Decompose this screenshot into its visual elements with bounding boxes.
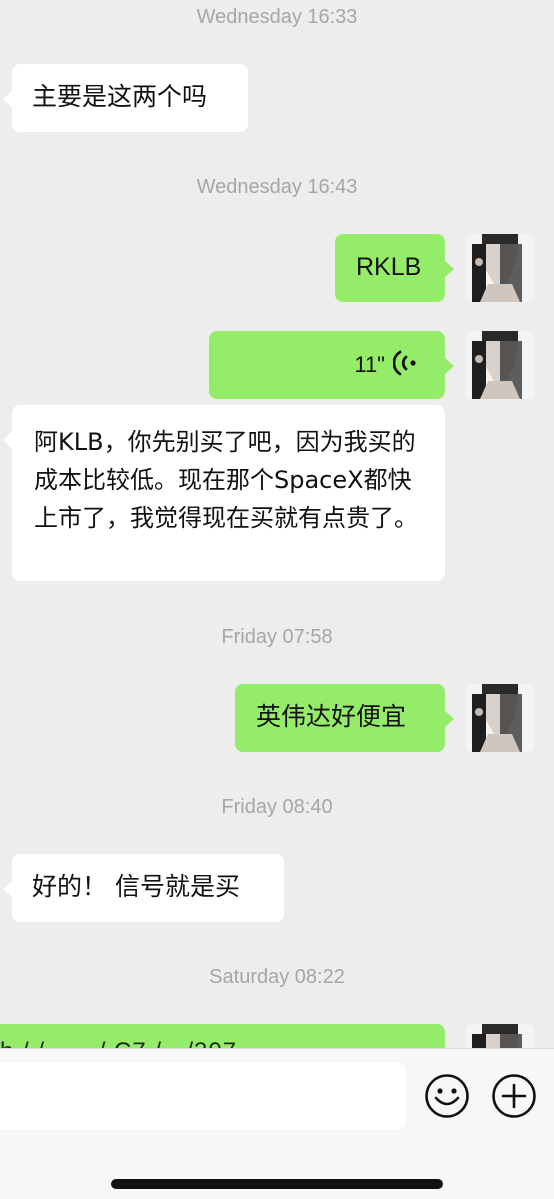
avatar[interactable] [466,234,534,302]
voice-duration: 11" [354,352,385,377]
message-text: 英伟达好便宜 [256,702,407,731]
incoming-message[interactable]: 主要是这两个吗 [3,64,248,132]
avatar[interactable] [466,684,534,752]
outgoing-message[interactable]: h / / . ... / C7 / · /307 [0,1024,445,1048]
message-input[interactable] [0,1063,406,1129]
message-text: 主要是这两个吗 [32,82,208,111]
timestamp: Wednesday 16:33 [196,6,358,28]
incoming-message[interactable]: 阿KLB，你先别买了吧，因为我买的成本比较低。现在那个SpaceX都快上市了，我… [3,405,445,581]
outgoing-message[interactable]: RKLB [335,234,454,302]
outgoing-message[interactable]: 英伟达好便宜 [235,684,454,752]
avatar[interactable] [466,1024,534,1048]
chat-area[interactable]: Wednesday 16:33 主要是这两个吗 Wednesday 16:43 … [0,0,554,1048]
message-text: RKLB [356,253,422,281]
plus-icon[interactable] [491,1073,537,1119]
voice-message[interactable]: 11" [209,331,454,399]
timestamp: Wednesday 16:43 [196,176,358,198]
incoming-message[interactable]: 好的！ 信号就是买 [3,854,284,922]
message-text: 阿KLB，你先别买了吧，因为我买的成本比较低。现在那个SpaceX都快上市了，我… [34,428,418,532]
avatar[interactable] [466,331,534,399]
input-bar [0,1048,554,1199]
message-text: 好的！ 信号就是买 [32,872,240,901]
timestamp: Friday 08:40 [221,796,333,818]
message-text: h / / . ... / C7 / · /307 [0,1038,237,1048]
home-indicator[interactable] [111,1179,443,1189]
emoji-icon[interactable] [424,1073,470,1119]
voice-wave-icon [393,350,416,376]
timestamp: Saturday 08:22 [209,966,345,988]
timestamp: Friday 07:58 [221,626,333,648]
